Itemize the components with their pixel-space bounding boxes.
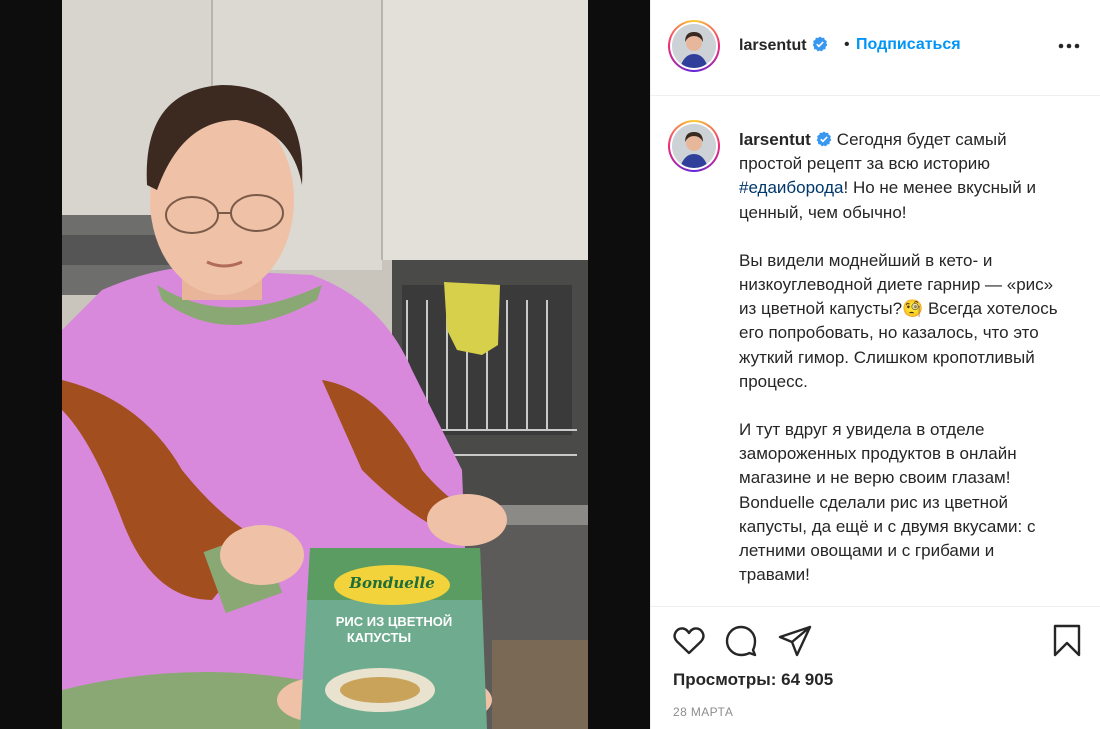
post-header: larsentut • Подписаться (651, 0, 1100, 96)
caption-username[interactable]: larsentut (739, 130, 811, 149)
more-options-icon[interactable] (1056, 36, 1082, 56)
header-username-text[interactable]: larsentut (739, 37, 807, 54)
caption-paragraph-1: larsentut Сегодня будет самый простой ре… (739, 128, 1069, 225)
views-count[interactable]: Просмотры: 64 905 (673, 670, 833, 690)
video-letterbox-left (0, 0, 62, 729)
package-brand: Bonduelle (349, 574, 435, 592)
video-letterbox-right (588, 0, 650, 729)
package-title-line1: РИС ИЗ ЦВЕТНОЙ (335, 614, 453, 629)
bookmark-icon[interactable] (1050, 624, 1084, 658)
verified-badge-icon (812, 36, 827, 52)
follow-separator: • (844, 36, 850, 53)
heart-icon[interactable] (672, 624, 706, 658)
action-bar (651, 622, 1100, 662)
hashtag-link[interactable]: #едаиборода (739, 178, 844, 197)
caption-paragraph-3: И тут вдруг я увидела в отделе заморожен… (739, 420, 1036, 585)
header-username[interactable]: larsentut (739, 36, 828, 55)
comment-icon[interactable] (724, 624, 758, 658)
views-label: Просмотры: (673, 670, 777, 689)
verified-badge-icon (816, 131, 832, 147)
post-caption: larsentut Сегодня будет самый простой ре… (739, 128, 1069, 611)
avatar-photo (672, 24, 716, 68)
post-video[interactable]: Bonduelle РИС ИЗ ЦВЕТНОЙ КАПУСТЫ (0, 0, 650, 729)
post-date[interactable]: 28 МАРТА (673, 705, 733, 719)
header-avatar[interactable] (668, 20, 720, 72)
video-frame[interactable]: Bonduelle РИС ИЗ ЦВЕТНОЙ КАПУСТЫ (62, 0, 588, 729)
paper-plane-icon[interactable] (778, 624, 812, 658)
caption-paragraph-2: Вы видели моднейший в кето- и низкоуглев… (739, 250, 1058, 391)
avatar-photo (672, 124, 716, 168)
post-side-panel: larsentut • Подписаться larsentut Сегодн… (650, 0, 1100, 729)
actions-divider (651, 606, 1100, 607)
views-number: 64 905 (781, 670, 834, 689)
caption-avatar[interactable] (668, 120, 720, 172)
follow-button[interactable]: Подписаться (856, 36, 961, 54)
package-title-line2: КАПУСТЫ (346, 630, 412, 645)
